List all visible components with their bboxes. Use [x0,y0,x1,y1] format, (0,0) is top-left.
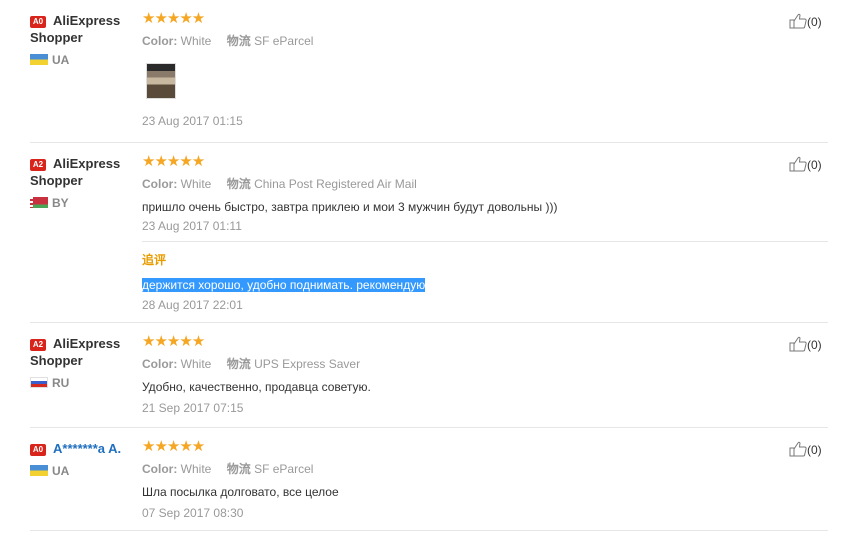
order-info: Color: White 物流 SF eParcel [142,33,828,49]
additional-review-text: держится хорошо, удобно поднимать. реком… [142,277,828,293]
color-value: White [180,462,212,476]
helpful-count: (0) [807,158,822,172]
thumbs-up-icon [789,441,807,457]
rating-stars: ★★★★★ [142,333,828,350]
selected-text: держится хорошо, удобно поднимать. реком… [142,278,426,292]
level-badge: A0 [30,16,46,28]
star-icon: ★★★★★ [142,333,205,350]
country-code: BY [52,196,69,210]
color-label: Color: [142,34,178,48]
color-label: Color: [142,462,178,476]
country-code: RU [52,376,70,390]
review-text: Удобно, качественно, продавца советую. [142,380,371,394]
shipping-label: 物流 [226,34,251,48]
rating-stars: ★★★★★ [142,438,828,455]
additional-review-divider [142,241,828,242]
helpful-button[interactable]: (0) [789,156,822,173]
reviewer-name: A0 A*******a A. [30,440,140,457]
color-value: White [180,177,212,191]
helpful-count: (0) [807,338,822,352]
shipping-value: China Post Registered Air Mail [254,177,417,191]
review-date: 07 Sep 2017 08:30 [142,506,244,520]
review-date: 21 Sep 2017 07:15 [142,401,244,415]
helpful-count: (0) [807,15,822,29]
review-divider [30,530,828,531]
color-value: White [180,34,212,48]
thumbs-up-icon [789,13,807,29]
username[interactable]: A*******a A. [53,441,121,456]
rating-stars: ★★★★★ [142,10,828,27]
thumbs-up-icon [789,336,807,352]
country: BY [30,195,140,211]
review-content: ★★★★★ Color: White 物流 SF eParcel Шла пос… [142,438,828,521]
additional-review-date: 28 Aug 2017 22:01 [142,298,243,312]
level-badge: A0 [30,444,46,456]
additional-review-content: 追评 держится хорошо, удобно поднимать. ре… [142,252,828,313]
color-label: Color: [142,177,178,191]
review-date: 23 Aug 2017 01:15 [142,114,243,128]
reviewer-info: A2 AliExpress Shopper BY [30,155,140,211]
shipping-label: 物流 [226,357,251,371]
additional-review-title: 追评 [142,253,167,267]
helpful-count: (0) [807,443,822,457]
helpful-button[interactable]: (0) [789,336,822,353]
country: UA [30,52,140,68]
flag-icon [30,197,48,208]
order-info: Color: White 物流 China Post Registered Ai… [142,176,828,192]
level-badge: A2 [30,159,46,171]
review-content: ★★★★★ Color: White 物流 China Post Registe… [142,153,828,234]
order-info: Color: White 物流 SF eParcel [142,461,828,477]
color-value: White [180,357,212,371]
star-icon: ★★★★★ [142,10,205,27]
reviewer-name: A2 AliExpress Shopper [30,155,140,189]
review-date: 23 Aug 2017 01:11 [142,219,242,233]
shipping-value: UPS Express Saver [254,357,361,371]
review-photo[interactable] [146,63,176,99]
thumbs-up-icon [789,156,807,172]
reviewer-name: A0 AliExpress Shopper [30,12,140,46]
country: RU [30,375,140,391]
review-content: ★★★★★ Color: White 物流 SF eParcel 23 Aug … [142,10,828,129]
flag-icon [30,465,48,476]
country-code: UA [52,53,70,67]
shipping-value: SF eParcel [254,462,314,476]
star-icon: ★★★★★ [142,153,205,170]
reviewer-info: A2 AliExpress Shopper RU [30,335,140,391]
reviewer-info: A0 A*******a A. UA [30,440,140,479]
reviewer-info: A0 AliExpress Shopper UA [30,12,140,68]
rating-stars: ★★★★★ [142,153,828,170]
shipping-value: SF eParcel [254,34,314,48]
flag-icon [30,377,48,388]
star-icon: ★★★★★ [142,438,205,455]
level-badge: A2 [30,339,46,351]
country: UA [30,463,140,479]
helpful-button[interactable]: (0) [789,13,822,30]
flag-icon [30,54,48,65]
country-code: UA [52,464,70,478]
helpful-button[interactable]: (0) [789,441,822,458]
review-divider [30,427,828,428]
review-divider [30,142,828,143]
review-text: Шла посылка долговато, все целое [142,485,339,499]
review-content: ★★★★★ Color: White 物流 UPS Express Saver … [142,333,828,416]
review-divider [30,322,828,323]
reviewer-name: A2 AliExpress Shopper [30,335,140,369]
order-info: Color: White 物流 UPS Express Saver [142,356,828,372]
shipping-label: 物流 [226,462,251,476]
review-text: пришло очень быстро, завтра приклею и мо… [142,200,558,214]
color-label: Color: [142,357,178,371]
shipping-label: 物流 [226,177,251,191]
